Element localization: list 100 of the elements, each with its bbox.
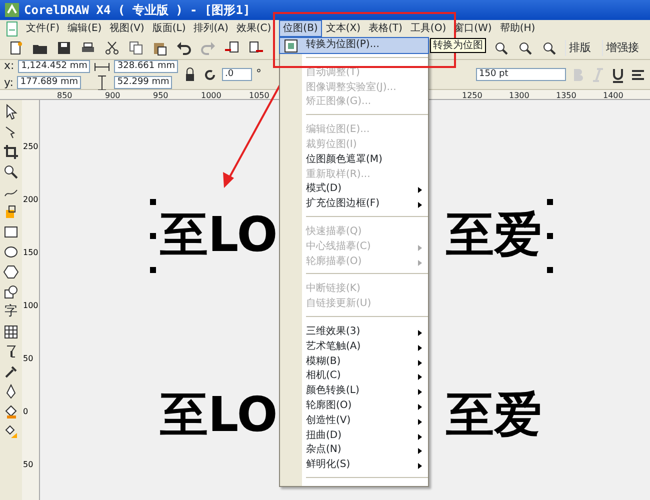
selection-handle[interactable] bbox=[547, 233, 553, 239]
coordinate-label: x: bbox=[4, 58, 14, 74]
copy-icon[interactable] bbox=[128, 40, 144, 56]
fill-bucket-icon[interactable] bbox=[3, 404, 19, 420]
submenu-arrow-icon bbox=[418, 434, 422, 440]
eyedropper-icon[interactable] bbox=[3, 364, 19, 380]
zoom-icon[interactable] bbox=[517, 40, 533, 56]
ruler-number: 1350 bbox=[556, 90, 576, 102]
degree-label: ° bbox=[256, 66, 262, 82]
size-field[interactable]: 52.299 mm bbox=[114, 76, 172, 89]
ruler-number: 200 bbox=[23, 195, 38, 205]
artistic-text: 至LO bbox=[160, 206, 278, 265]
submenu-arrow-icon bbox=[418, 202, 422, 208]
ruler-number: 900 bbox=[105, 90, 120, 102]
ruler-number: 1000 bbox=[201, 90, 222, 102]
menu-item[interactable]: 轮廓图(O) bbox=[280, 398, 428, 414]
polygon-icon[interactable] bbox=[3, 264, 19, 280]
menu-item[interactable]: 模式(D) bbox=[280, 182, 428, 198]
menu-item[interactable]: 版面(L) bbox=[148, 20, 190, 37]
menu-item[interactable]: 位图(B) bbox=[279, 20, 322, 37]
crop-icon[interactable] bbox=[3, 144, 19, 160]
ruler-number: 150 bbox=[23, 248, 38, 258]
menu-item[interactable]: 视图(V) bbox=[106, 20, 148, 37]
text-tool[interactable]: 字 bbox=[4, 304, 18, 320]
submenu-arrow-icon bbox=[418, 404, 422, 410]
menu-item[interactable]: 三维效果(3) bbox=[280, 324, 428, 340]
selection-handle[interactable] bbox=[150, 267, 156, 273]
app-icon bbox=[4, 2, 20, 18]
submenu-arrow-icon bbox=[418, 418, 422, 425]
ellipse-icon[interactable] bbox=[3, 244, 19, 260]
ruler-number: 950 bbox=[153, 90, 168, 102]
zoom-icon[interactable] bbox=[541, 40, 557, 56]
menu-item[interactable]: 帮助(H) bbox=[496, 20, 540, 37]
submenu-arrow-icon bbox=[418, 344, 422, 351]
ruler-number: 1250 bbox=[462, 90, 482, 102]
menu-item[interactable]: 艺术笔触(A) bbox=[280, 340, 428, 355]
menu-item[interactable]: 转换为位图(P)... bbox=[280, 38, 428, 53]
ruler-number: 250 bbox=[23, 142, 38, 152]
menu-item[interactable]: 效果(C) bbox=[232, 20, 276, 37]
ruler-number: 850 bbox=[57, 90, 72, 102]
table-icon[interactable] bbox=[3, 324, 19, 340]
submenu-arrow-icon bbox=[418, 260, 422, 266]
ruler-number: 1050 bbox=[249, 90, 270, 102]
menu-item[interactable]: 工具(O) bbox=[406, 20, 450, 37]
selection-handle[interactable] bbox=[150, 233, 156, 239]
new-document-icon[interactable] bbox=[8, 40, 24, 56]
menu-item[interactable]: 鲜明化(S) bbox=[280, 458, 428, 473]
menu-item[interactable]: 模糊(B) bbox=[280, 354, 428, 370]
ruler-number: 50 bbox=[23, 460, 34, 470]
menu-item[interactable]: 杂点(N) bbox=[280, 443, 428, 458]
basic-shapes-icon[interactable] bbox=[3, 284, 19, 300]
menu-item[interactable]: 创造性(V) bbox=[280, 414, 428, 429]
artistic-text: 至LO bbox=[160, 386, 278, 445]
submenu-arrow-icon bbox=[418, 463, 422, 470]
toolbar-button[interactable]: 排版 bbox=[565, 40, 594, 56]
size-field[interactable]: 328.661 mm bbox=[114, 60, 178, 73]
menu-item[interactable]: 表格(T) bbox=[364, 20, 406, 37]
menu-item[interactable]: 文本(X) bbox=[322, 20, 364, 37]
submenu-arrow-icon bbox=[418, 389, 422, 396]
window-title: CorelDRAW X4 ( 专业版 ) - [图形1] bbox=[24, 2, 250, 19]
ruler-number: 100 bbox=[23, 301, 38, 311]
font-size-field[interactable]: 150 pt bbox=[476, 68, 566, 81]
selection-handle[interactable] bbox=[547, 267, 553, 273]
coordinate-field[interactable]: 177.689 mm bbox=[17, 76, 82, 90]
convert-bitmap-icon[interactable] bbox=[283, 38, 299, 54]
coordinate-label: y: bbox=[4, 74, 14, 90]
coordinate-field[interactable]: 1,124.452 mm bbox=[18, 60, 90, 73]
ruler-number: 0 bbox=[23, 407, 28, 417]
rectangle-icon[interactable] bbox=[3, 224, 19, 240]
ruler-number: 50 bbox=[23, 354, 34, 364]
paste-icon[interactable] bbox=[152, 40, 168, 56]
submenu-arrow-icon bbox=[418, 330, 422, 336]
undo-icon[interactable] bbox=[176, 40, 192, 56]
cut-icon[interactable] bbox=[104, 40, 120, 56]
rotation-field[interactable]: .0 bbox=[222, 68, 252, 81]
toolbar-button[interactable]: 增强接 bbox=[602, 40, 642, 56]
submenu-arrow-icon bbox=[418, 374, 422, 380]
menu-item[interactable]: 位图颜色遮罩(M) bbox=[280, 152, 428, 168]
artistic-text: 至爱 bbox=[446, 206, 542, 265]
artistic-text: 至爱 bbox=[446, 386, 542, 445]
menu-item[interactable]: 扭曲(D) bbox=[280, 428, 428, 444]
ruler-number: 1400 bbox=[603, 90, 624, 102]
menu-item[interactable]: 扩充位图边框(F) bbox=[280, 197, 428, 212]
zoom-icon[interactable] bbox=[493, 40, 509, 56]
underline-icon[interactable] bbox=[610, 66, 626, 82]
tooltip: 转换为位图 bbox=[430, 38, 486, 53]
menu-item[interactable]: 排列(A) bbox=[190, 20, 232, 37]
selection-handle[interactable] bbox=[150, 199, 156, 205]
submenu-arrow-icon bbox=[418, 448, 422, 454]
menu-item[interactable]: 相机(C) bbox=[280, 369, 428, 384]
interactive-fill-icon[interactable] bbox=[3, 424, 19, 440]
menu-item[interactable]: 颜色转换(L) bbox=[280, 384, 428, 399]
submenu-arrow-icon bbox=[418, 360, 422, 366]
selection-handle[interactable] bbox=[547, 199, 553, 205]
ruler-number: 1300 bbox=[509, 90, 530, 102]
menu-item[interactable]: 编辑(E) bbox=[64, 20, 106, 37]
menu-item[interactable]: 文件(F) bbox=[22, 20, 64, 37]
save-icon[interactable] bbox=[56, 40, 72, 56]
zoom-icon[interactable] bbox=[3, 164, 19, 180]
submenu-arrow-icon bbox=[418, 187, 422, 194]
